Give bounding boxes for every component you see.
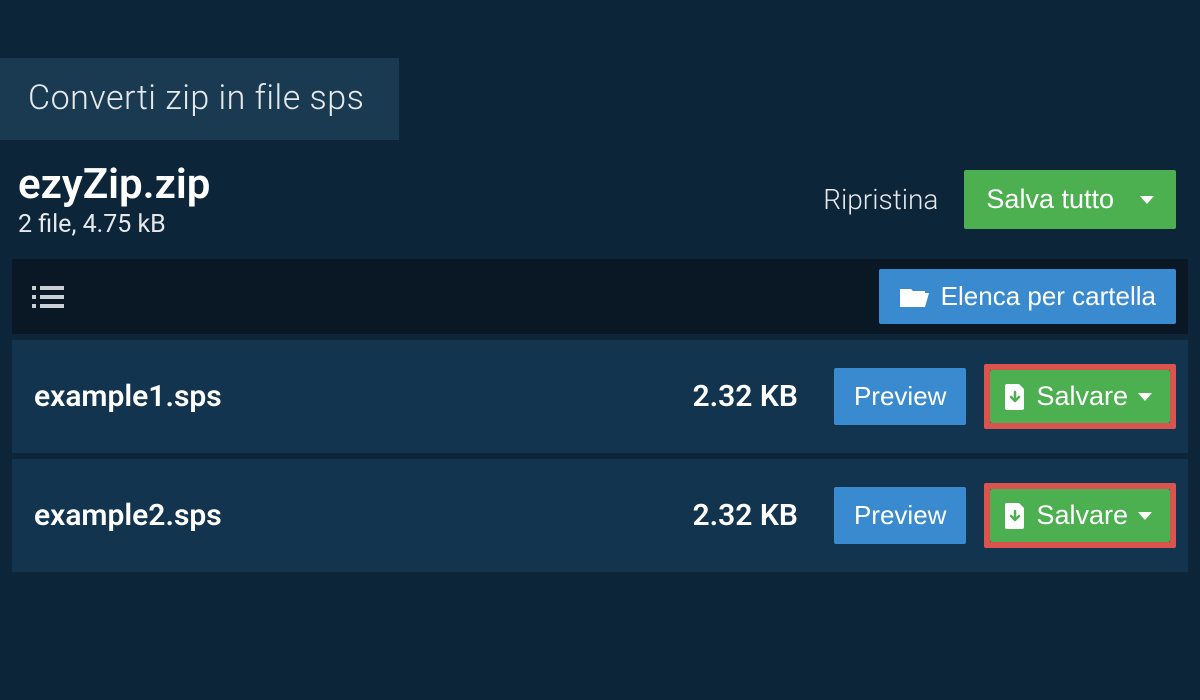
preview-button[interactable]: Preview xyxy=(834,368,966,425)
folder-open-icon xyxy=(899,285,929,309)
file-row: example1.sps 2.32 KB Preview Salvare xyxy=(12,340,1188,453)
header-row: ezyZip.zip 2 file, 4.75 kB Ripristina Sa… xyxy=(0,140,1200,259)
save-all-button[interactable]: Salva tutto xyxy=(964,170,1176,229)
list-by-folder-button[interactable]: Elenca per cartella xyxy=(879,269,1176,324)
file-size: 2.32 KB xyxy=(693,379,798,414)
toolbar: Elenca per cartella xyxy=(12,259,1188,334)
save-button[interactable]: Salvare xyxy=(990,370,1170,423)
file-info: ezyZip.zip 2 file, 4.75 kB xyxy=(18,162,210,239)
save-all-label: Salva tutto xyxy=(986,184,1114,215)
archive-meta: 2 file, 4.75 kB xyxy=(18,210,210,239)
tab-bar: Converti zip in file sps xyxy=(0,0,1200,140)
caret-down-icon xyxy=(1138,512,1152,520)
save-highlight: Salvare xyxy=(984,364,1176,429)
tab-convert[interactable]: Converti zip in file sps xyxy=(0,58,399,140)
tab-title: Converti zip in file sps xyxy=(28,78,364,118)
save-label: Salvare xyxy=(1036,381,1128,412)
reset-link[interactable]: Ripristina xyxy=(823,183,938,216)
file-download-icon xyxy=(1004,384,1026,410)
caret-down-icon xyxy=(1140,196,1154,204)
save-highlight: Salvare xyxy=(984,483,1176,548)
file-download-icon xyxy=(1004,503,1026,529)
file-size: 2.32 KB xyxy=(693,498,798,533)
list-icon[interactable] xyxy=(32,284,64,310)
save-label: Salvare xyxy=(1036,500,1128,531)
save-button[interactable]: Salvare xyxy=(990,489,1170,542)
preview-button[interactable]: Preview xyxy=(834,487,966,544)
list-by-folder-label: Elenca per cartella xyxy=(941,281,1156,312)
caret-down-icon xyxy=(1138,393,1152,401)
file-name: example1.sps xyxy=(34,379,675,414)
file-name: example2.sps xyxy=(34,498,675,533)
file-row: example2.sps 2.32 KB Preview Salvare xyxy=(12,459,1188,572)
header-actions: Ripristina Salva tutto xyxy=(823,170,1176,229)
archive-filename: ezyZip.zip xyxy=(18,162,210,208)
